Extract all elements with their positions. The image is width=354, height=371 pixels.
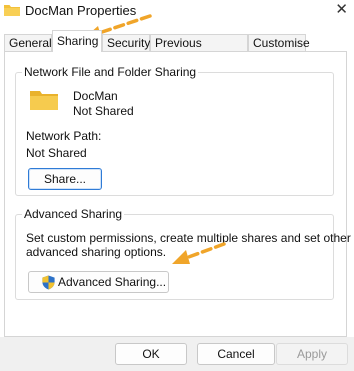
network-path-label: Network Path: <box>26 129 102 143</box>
tab-general[interactable]: General <box>4 34 52 51</box>
folder-icon <box>30 91 58 110</box>
title-bar: DocMan Properties ✕ <box>0 0 354 24</box>
close-button[interactable]: ✕ <box>335 0 348 18</box>
folder-icon <box>4 5 20 16</box>
tab-sharing[interactable]: Sharing <box>52 30 102 52</box>
tab-strip: General Sharing Security Previous Versio… <box>0 30 354 67</box>
ok-button[interactable]: OK <box>115 343 187 365</box>
apply-button[interactable]: Apply <box>276 343 348 365</box>
advanced-sharing-button[interactable]: Advanced Sharing... <box>28 271 169 293</box>
dialog-footer: OK Cancel Apply <box>0 337 354 371</box>
uac-shield-icon <box>42 275 55 290</box>
cancel-button[interactable]: Cancel <box>197 343 275 365</box>
share-button[interactable]: Share... <box>28 168 102 190</box>
network-sharing-group-title: Network File and Folder Sharing <box>22 65 199 79</box>
sharing-panel: Network File and Folder Sharing DocMan N… <box>4 51 351 337</box>
folder-name: DocMan <box>73 89 118 103</box>
network-path-value: Not Shared <box>26 146 87 160</box>
tab-previous-versions[interactable]: Previous Versions <box>150 34 248 67</box>
advanced-sharing-button-label: Advanced Sharing... <box>58 275 167 289</box>
tab-customise[interactable]: Customise <box>248 34 310 51</box>
advanced-sharing-description-line2: advanced sharing options. <box>26 245 167 259</box>
network-sharing-group: Network File and Folder Sharing DocMan N… <box>15 65 334 196</box>
advanced-sharing-group-title: Advanced Sharing <box>22 207 125 221</box>
share-status: Not Shared <box>73 104 134 118</box>
annotation-arrow-icon <box>172 242 226 264</box>
